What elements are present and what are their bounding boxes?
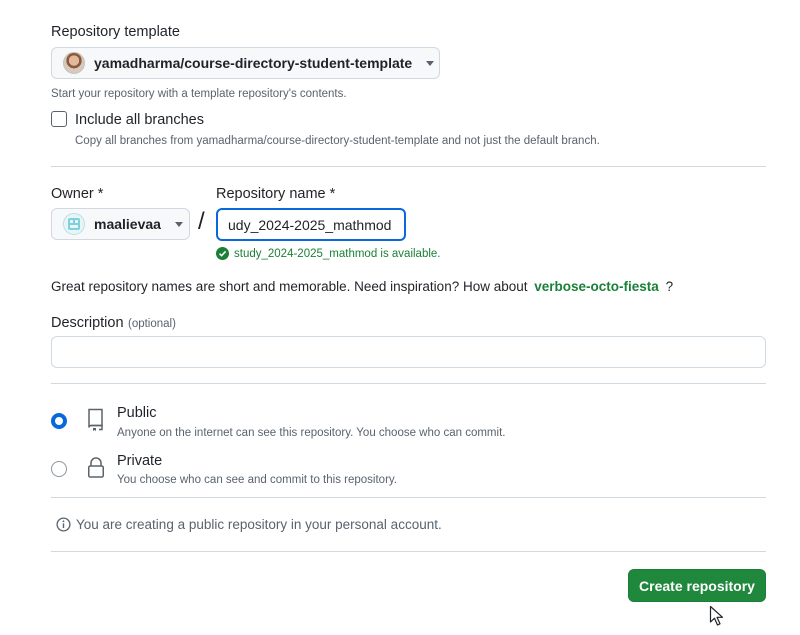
description-label-row: Description (optional) (51, 314, 176, 332)
availability-message: study_2024-2025_mathmod is available. (216, 247, 441, 260)
inspiration-line: Great repository names are short and mem… (51, 279, 673, 294)
visibility-private-hint: You choose who can see and commit to thi… (117, 474, 397, 486)
include-branches-label[interactable]: Include all branches (75, 112, 204, 128)
owner-select-value: maalievaa (94, 216, 161, 232)
suggestion-link[interactable]: verbose-octo-fiesta (534, 279, 659, 294)
info-icon (56, 517, 71, 532)
include-branches-hint: Copy all branches from yamadharma/course… (75, 135, 600, 147)
template-select[interactable]: yamadharma/course-directory-student-temp… (51, 47, 440, 79)
description-label: Description (51, 315, 124, 331)
create-repository-button[interactable]: Create repository (628, 569, 766, 602)
repo-name-input[interactable] (216, 208, 406, 241)
inspiration-text: Great repository names are short and mem… (51, 279, 528, 294)
chevron-down-icon (174, 221, 183, 227)
check-circle-icon (216, 247, 229, 260)
notice: You are creating a public repository in … (56, 517, 442, 532)
divider (51, 383, 766, 384)
notice-text: You are creating a public repository in … (76, 517, 442, 532)
visibility-public-radio[interactable] (51, 413, 67, 429)
owner-select[interactable]: maalievaa (51, 208, 190, 240)
owner-label: Owner * (51, 186, 104, 202)
template-select-value: yamadharma/course-directory-student-temp… (94, 55, 413, 71)
owner-avatar (63, 213, 85, 235)
description-input[interactable] (51, 336, 766, 368)
repo-name-label: Repository name * (216, 186, 336, 202)
description-optional: (optional) (127, 318, 176, 330)
visibility-private-radio[interactable] (51, 461, 67, 477)
template-owner-avatar (63, 52, 85, 74)
divider (51, 551, 766, 552)
availability-text: study_2024-2025_mathmod is available. (234, 247, 441, 260)
mouse-pointer-icon (709, 605, 725, 632)
visibility-public-title[interactable]: Public (117, 405, 157, 421)
include-branches-checkbox[interactable] (51, 111, 67, 127)
divider (51, 166, 766, 167)
template-hint: Start your repository with a template re… (51, 88, 347, 100)
repo-icon (86, 407, 106, 436)
lock-icon (86, 456, 106, 485)
chevron-down-icon (426, 60, 435, 66)
owner-repo-separator: / (198, 208, 205, 235)
template-label: Repository template (51, 24, 180, 40)
visibility-private-title[interactable]: Private (117, 453, 162, 469)
inspiration-suffix: ? (665, 279, 674, 294)
visibility-public-hint: Anyone on the internet can see this repo… (117, 427, 506, 439)
divider (51, 497, 766, 498)
